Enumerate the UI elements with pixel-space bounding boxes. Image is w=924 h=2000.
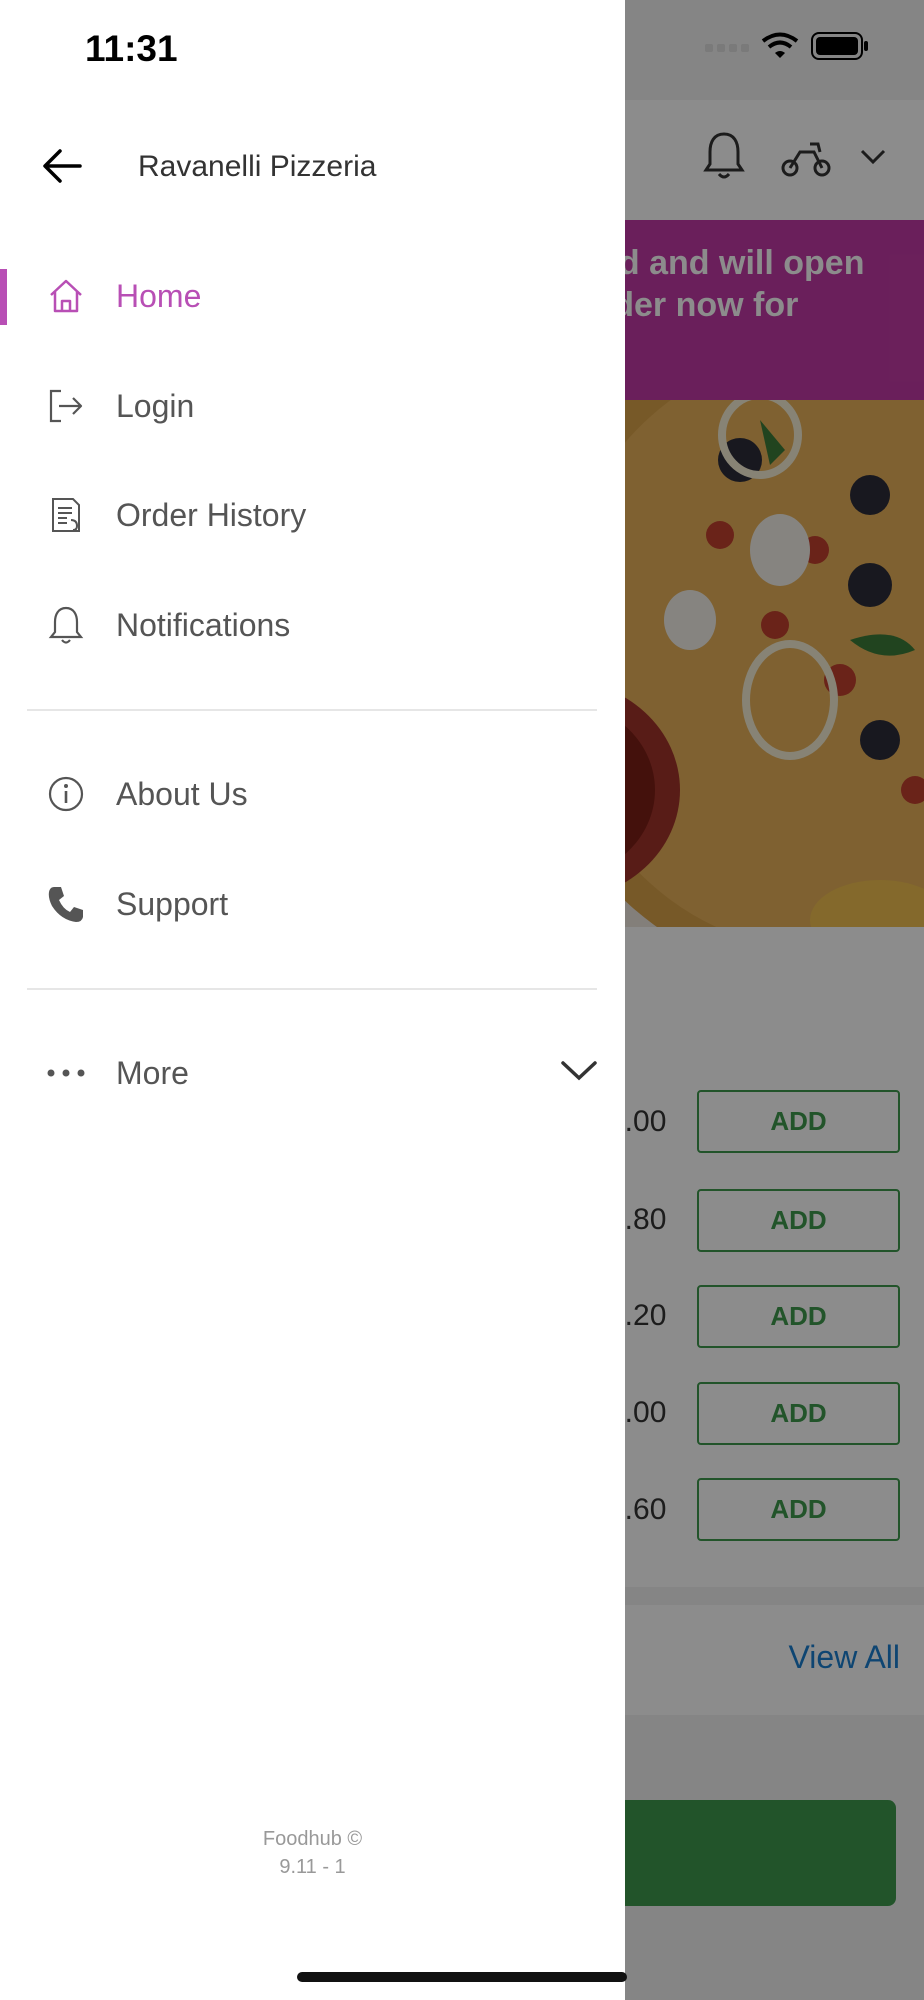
- nav-item-support[interactable]: Support: [0, 862, 625, 946]
- bell-icon: [46, 605, 86, 645]
- nav-item-label: Notifications: [116, 606, 291, 643]
- back-arrow-icon[interactable]: [42, 146, 96, 186]
- menu-divider: [27, 988, 597, 990]
- nav-item-label: Order History: [116, 496, 307, 533]
- status-bar-time: 11:31: [85, 28, 178, 69]
- info-icon: [46, 774, 86, 814]
- app-version-footer: Foodhub © 9.11 - 1: [0, 1825, 625, 1881]
- nav-item-label: Login: [116, 387, 195, 424]
- more-dots-icon: [46, 1053, 86, 1093]
- status-bar-icons: [705, 32, 869, 65]
- drawer-header: Ravanelli Pizzeria: [0, 130, 625, 204]
- nav-item-order-history[interactable]: Order History: [0, 473, 625, 557]
- nav-item-label: Home: [116, 277, 202, 314]
- nav-item-more[interactable]: More: [0, 1031, 625, 1115]
- nav-item-label: More: [116, 1054, 189, 1091]
- home-icon: [46, 276, 86, 316]
- navigation-drawer: 11:31 Ravanelli Pizzeria Home Login Orde…: [0, 0, 625, 2000]
- cellular-signal-icon: [705, 40, 749, 58]
- receipt-icon: [46, 495, 86, 535]
- menu-divider: [27, 709, 597, 711]
- nav-item-notifications[interactable]: Notifications: [0, 583, 625, 667]
- nav-item-home[interactable]: Home: [0, 254, 625, 338]
- home-indicator[interactable]: [297, 1972, 627, 1982]
- battery-icon: [811, 32, 869, 65]
- wifi-icon: [761, 32, 799, 65]
- nav-item-about-us[interactable]: About Us: [0, 752, 625, 836]
- footer-version: 9.11 - 1: [279, 1856, 346, 1878]
- restaurant-name: Ravanelli Pizzeria: [138, 150, 377, 183]
- nav-item-login[interactable]: Login: [0, 364, 625, 448]
- nav-item-label: About Us: [116, 775, 248, 812]
- phone-icon: [46, 884, 86, 924]
- login-icon: [46, 386, 86, 426]
- nav-item-label: Support: [116, 885, 229, 922]
- chevron-down-icon[interactable]: [560, 1059, 598, 1088]
- footer-brand: Foodhub ©: [262, 1828, 363, 1850]
